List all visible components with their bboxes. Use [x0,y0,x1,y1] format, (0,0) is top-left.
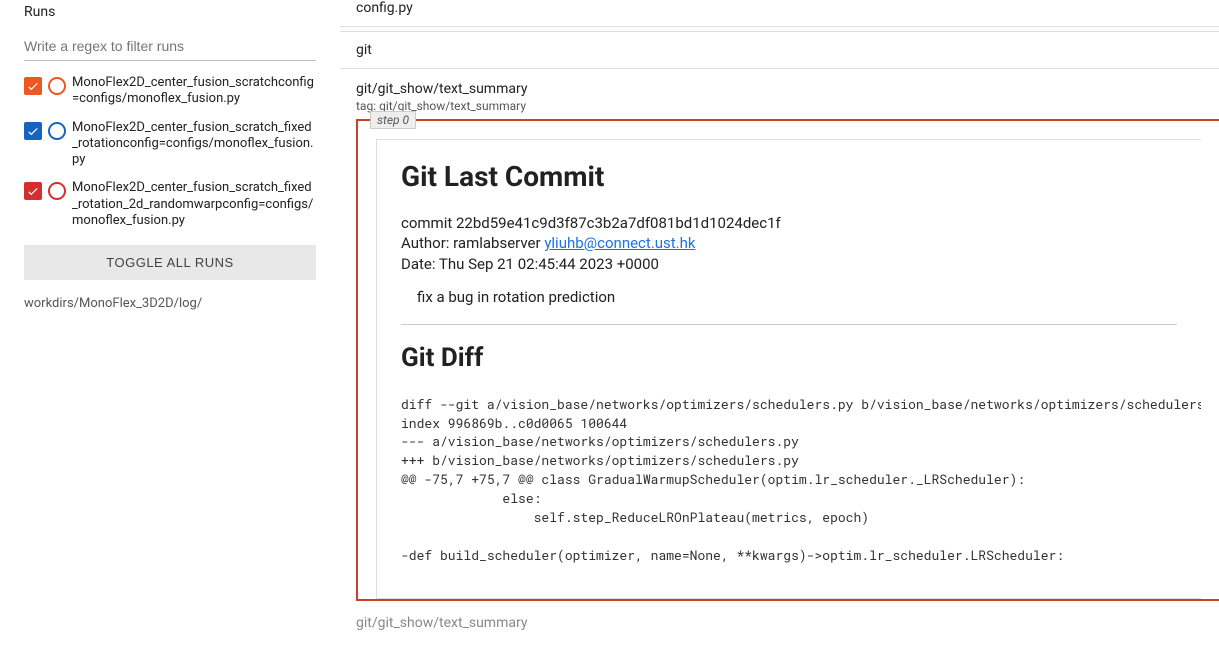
runs-header: Runs [8,0,332,20]
run-item: MonoFlex2D_center_fusion_scratch_fixed_r… [8,114,332,175]
workdir-path: workdirs/MonoFlex_3D2D/log/ [8,292,332,315]
category-git[interactable]: git [340,31,1219,69]
card-content: Git Last Commit commit 22bd59e41c9d3f87c… [376,139,1201,599]
commit-hash: commit 22bd59e41c9d3f87c3b2a7df081bd1d10… [401,213,1177,233]
run-label[interactable]: MonoFlex2D_center_fusion_scratch_fixed_r… [72,120,316,169]
category-config[interactable]: config.py [340,0,1219,27]
commit-message: fix a bug in rotation prediction [401,274,1177,320]
git-commit-heading: Git Last Commit [401,160,1177,193]
diff-content: diff --git a/vision_base/networks/optimi… [401,395,1177,565]
commit-date: Date: Thu Sep 21 02:45:44 2023 +0000 [401,254,1177,274]
git-diff-heading: Git Diff [401,343,1177,373]
tag-title: git/git_show/text_summary [340,73,1219,99]
next-tag-title: git/git_show/text_summary [340,609,1219,631]
commit-author: Author: ramlabserver yliuhb@connect.ust.… [401,233,1177,253]
run-label[interactable]: MonoFlex2D_center_fusion_scratchconfig=c… [72,75,316,108]
author-email-link[interactable]: yliuhb@connect.ust.hk [544,234,695,252]
run-item: MonoFlex2D_center_fusion_scratchconfig=c… [8,69,332,114]
run-item: MonoFlex2D_center_fusion_scratch_fixed_r… [8,174,332,235]
step-chip: step 0 [370,111,416,129]
checkbox-icon[interactable] [24,77,42,95]
filter-runs-input[interactable] [24,32,316,61]
checkbox-icon[interactable] [24,122,42,140]
main-panel: config.py git git/git_show/text_summary … [340,0,1219,645]
text-summary-card: step 0 Git Last Commit commit 22bd59e41c… [356,119,1219,601]
radio-icon[interactable] [48,122,66,140]
separator [401,324,1177,325]
checkbox-icon[interactable] [24,182,42,200]
toggle-all-runs-button[interactable]: TOGGLE ALL RUNS [24,245,316,280]
tag-subtitle: tag: git/git_show/text_summary [340,99,1219,119]
radio-icon[interactable] [48,182,66,200]
radio-icon[interactable] [48,77,66,95]
run-label[interactable]: MonoFlex2D_center_fusion_scratch_fixed_r… [72,180,316,229]
sidebar: Runs MonoFlex2D_center_fusion_scratchcon… [0,0,340,645]
